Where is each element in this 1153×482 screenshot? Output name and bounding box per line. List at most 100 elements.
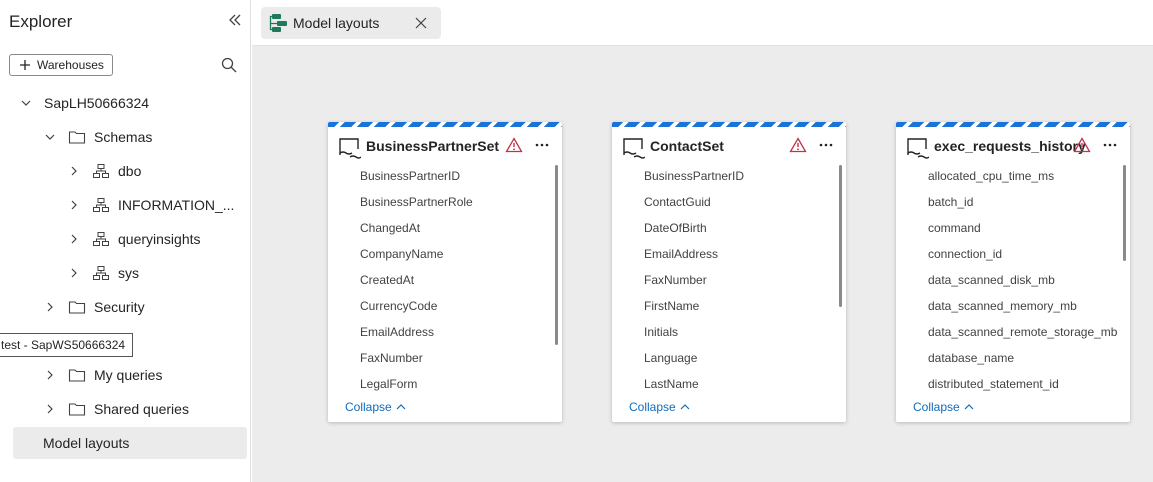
column-item[interactable]: FaxNumber	[612, 267, 846, 293]
column-item[interactable]: FaxNumber	[328, 345, 562, 371]
column-item[interactable]: EmailAddress	[328, 319, 562, 345]
workspace-tooltip: test - SapWS50666324	[0, 333, 134, 357]
chevron-right-icon	[47, 302, 53, 312]
column-item[interactable]: data_scanned_disk_mb	[896, 267, 1130, 293]
card-header[interactable]: exec_requests_history	[896, 127, 1130, 163]
column-item[interactable]: ContactGuid	[612, 189, 846, 215]
tree-item-security-label: Security	[94, 299, 145, 315]
more-options-icon[interactable]	[1102, 137, 1118, 153]
chevron-right-icon	[71, 166, 77, 176]
column-item[interactable]: batch_id	[896, 189, 1130, 215]
column-item[interactable]: EmailAddress	[612, 241, 846, 267]
scrollbar[interactable]	[555, 165, 558, 345]
tree-item-shared-queries[interactable]: Shared queries	[44, 394, 189, 424]
column-item[interactable]: Language	[612, 345, 846, 371]
lakehouse-table-icon	[623, 138, 645, 159]
column-item[interactable]: command	[896, 215, 1130, 241]
table-card[interactable]: ContactSet BusinessPartnerID ContactGuid…	[612, 122, 846, 422]
column-item[interactable]: allocated_cpu_time_ms	[896, 163, 1130, 189]
tree-item-schema-information[interactable]: INFORMATION_...	[68, 190, 234, 220]
model-layout-icon	[269, 14, 287, 32]
tab-bar: Model layouts	[252, 0, 1153, 46]
column-item[interactable]: data_scanned_remote_storage_mb	[896, 319, 1130, 345]
column-item[interactable]: DateOfBirth	[612, 215, 846, 241]
folder-icon	[68, 403, 86, 416]
column-item[interactable]: data_scanned_memory_mb	[896, 293, 1130, 319]
tree-item-schema-sys[interactable]: sys	[68, 258, 139, 288]
column-item[interactable]: ChangedAt	[328, 215, 562, 241]
chevron-right-icon	[71, 268, 77, 278]
table-card[interactable]: exec_requests_history allocated_cpu_time…	[896, 122, 1130, 422]
tree-item-label: dbo	[118, 163, 142, 179]
card-header[interactable]: BusinessPartnerSet	[328, 127, 562, 163]
column-item[interactable]: BusinessPartnerID	[328, 163, 562, 189]
tree-item-root[interactable]: SapLH50666324	[20, 88, 149, 118]
folder-icon	[68, 369, 86, 382]
column-item[interactable]: connection_id	[896, 241, 1130, 267]
warehouses-button-label: Warehouses	[37, 58, 104, 72]
close-icon[interactable]	[414, 16, 428, 30]
column-item[interactable]: database_name	[896, 345, 1130, 371]
add-warehouses-button[interactable]: Warehouses	[9, 54, 113, 76]
table-card[interactable]: BusinessPartnerSet BusinessPartnerID Bus…	[328, 122, 562, 422]
tree-item-root-label: SapLH50666324	[44, 95, 150, 111]
schema-icon	[93, 266, 109, 280]
chevron-down-icon	[45, 134, 55, 140]
tree-item-shared-queries-label: Shared queries	[94, 401, 189, 417]
column-item[interactable]: FirstName	[612, 293, 846, 319]
scrollbar[interactable]	[839, 165, 842, 307]
column-list[interactable]: BusinessPartnerID ContactGuid DateOfBirt…	[612, 163, 846, 396]
tree-item-my-queries-label: My queries	[94, 367, 163, 383]
tab-model-layouts[interactable]: Model layouts	[261, 7, 441, 39]
chevron-right-icon	[47, 370, 53, 380]
tree-item-label: INFORMATION_...	[118, 197, 235, 213]
chevron-up-icon	[964, 404, 974, 410]
warning-icon[interactable]	[505, 137, 523, 153]
scrollbar[interactable]	[1123, 165, 1126, 261]
more-options-icon[interactable]	[534, 137, 550, 153]
collapse-label: Collapse	[629, 400, 676, 414]
chevron-up-icon	[396, 404, 406, 410]
column-item[interactable]: LegalForm	[328, 371, 562, 396]
model-layout-canvas[interactable]: BusinessPartnerSet BusinessPartnerID Bus…	[252, 46, 1153, 482]
warning-icon[interactable]	[1073, 137, 1091, 153]
chevron-right-icon	[47, 404, 53, 414]
collapse-label: Collapse	[913, 400, 960, 414]
column-item[interactable]: CurrencyCode	[328, 293, 562, 319]
more-options-icon[interactable]	[818, 137, 834, 153]
column-item[interactable]: LastName	[612, 371, 846, 396]
tree-item-label: queryinsights	[118, 231, 201, 247]
column-item[interactable]: CompanyName	[328, 241, 562, 267]
collapse-label: Collapse	[345, 400, 392, 414]
tree-item-model-layouts-label: Model layouts	[43, 435, 130, 451]
collapse-pane-icon[interactable]	[226, 11, 244, 29]
chevron-right-icon	[71, 234, 77, 244]
column-item[interactable]: BusinessPartnerID	[612, 163, 846, 189]
chevron-right-icon	[71, 200, 77, 210]
tree-item-schema-dbo[interactable]: dbo	[68, 156, 141, 186]
search-icon[interactable]	[220, 56, 238, 74]
collapse-button[interactable]: Collapse	[345, 400, 407, 414]
column-item[interactable]: distributed_statement_id	[896, 371, 1130, 396]
collapse-button[interactable]: Collapse	[913, 400, 975, 414]
column-item[interactable]: Initials	[612, 319, 846, 345]
chevron-up-icon	[680, 404, 690, 410]
warning-icon[interactable]	[789, 137, 807, 153]
tree-item-schemas-label: Schemas	[94, 129, 153, 145]
collapse-button[interactable]: Collapse	[629, 400, 691, 414]
explorer-pane: Explorer Warehouses SapLH50666324 Schema…	[0, 0, 251, 482]
table-name: BusinessPartnerSet	[366, 138, 500, 154]
tree-item-model-layouts[interactable]: Model layouts	[13, 427, 247, 459]
schema-icon	[93, 164, 109, 178]
column-list[interactable]: allocated_cpu_time_ms batch_id command c…	[896, 163, 1130, 396]
folder-icon	[68, 131, 86, 144]
lakehouse-table-icon	[907, 138, 929, 159]
tree-item-my-queries[interactable]: My queries	[44, 360, 162, 390]
column-item[interactable]: CreatedAt	[328, 267, 562, 293]
column-list[interactable]: BusinessPartnerID BusinessPartnerRole Ch…	[328, 163, 562, 396]
column-item[interactable]: BusinessPartnerRole	[328, 189, 562, 215]
tree-item-security[interactable]: Security	[44, 292, 145, 322]
tree-item-schemas[interactable]: Schemas	[44, 122, 152, 152]
card-header[interactable]: ContactSet	[612, 127, 846, 163]
tree-item-schema-queryinsights[interactable]: queryinsights	[68, 224, 201, 254]
